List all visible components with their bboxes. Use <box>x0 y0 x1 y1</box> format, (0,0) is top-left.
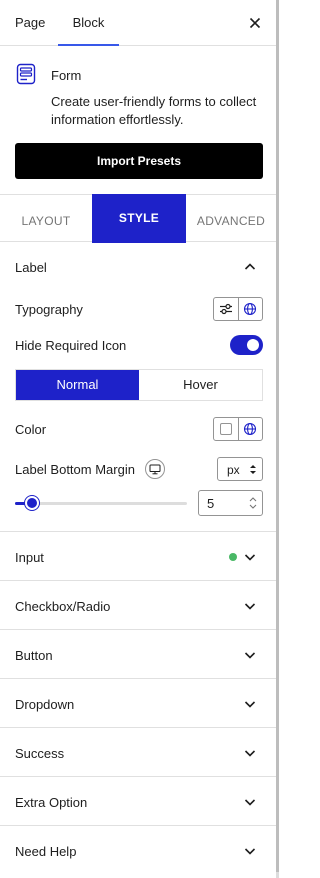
block-title: Form <box>51 68 82 83</box>
section-title: Dropdown <box>15 697 75 712</box>
margin-value: 5 <box>207 496 215 511</box>
section-title: Checkbox/Radio <box>15 599 111 614</box>
state-switcher: Normal Hover <box>15 369 263 401</box>
globe-icon <box>244 422 257 436</box>
section-title: Need Help <box>15 844 77 859</box>
margin-number-input[interactable]: 5 <box>198 490 263 516</box>
typography-controls <box>213 297 263 321</box>
state-normal-button[interactable]: Normal <box>16 370 139 400</box>
success-section-header[interactable]: Success <box>0 728 276 776</box>
section-title: Input <box>15 550 44 565</box>
section-title: Label <box>15 260 47 275</box>
tab-layout[interactable]: LAYOUT <box>0 195 92 242</box>
extra-option-section-header[interactable]: Extra Option <box>0 777 276 825</box>
tab-page[interactable]: Page <box>15 0 45 46</box>
spinner-arrows-icon[interactable] <box>247 494 259 512</box>
block-settings-panel: Page Block Form Create user-friendly for… <box>0 0 276 878</box>
color-picker-button[interactable] <box>214 418 238 440</box>
typography-global-button[interactable] <box>237 298 262 320</box>
color-controls <box>213 417 263 441</box>
chevron-down-icon <box>244 799 256 806</box>
margin-slider-thumb[interactable] <box>25 496 40 510</box>
form-block-icon <box>16 63 36 85</box>
status-dot <box>229 553 237 561</box>
unit-value: px <box>227 463 240 477</box>
desktop-icon <box>149 464 161 474</box>
dropdown-section-header[interactable]: Dropdown <box>0 679 276 727</box>
responsive-device-button[interactable] <box>145 459 165 479</box>
label-bottom-margin-label: Label Bottom Margin <box>15 462 135 477</box>
chevron-down-icon <box>244 603 256 610</box>
unit-select[interactable]: px <box>217 457 263 481</box>
updown-icon <box>250 465 256 474</box>
color-label: Color <box>15 422 47 437</box>
close-icon <box>249 17 261 29</box>
sliders-icon <box>219 303 232 315</box>
sidebar-tabs: Page Block <box>0 0 276 46</box>
chevron-up-icon <box>244 263 256 270</box>
margin-slider-track[interactable] <box>15 502 187 505</box>
typography-label: Typography <box>15 302 83 317</box>
globe-icon <box>244 302 257 316</box>
toggle-knob <box>247 339 259 351</box>
tab-style[interactable]: STYLE <box>92 194 186 243</box>
tab-block[interactable]: Block <box>58 0 119 46</box>
scrollbar-thumb[interactable] <box>276 0 279 872</box>
import-presets-button[interactable]: Import Presets <box>15 143 263 179</box>
color-swatch-icon <box>219 423 232 435</box>
section-title: Button <box>15 648 53 663</box>
state-hover-button[interactable]: Hover <box>139 370 262 400</box>
button-section-header[interactable]: Button <box>0 630 276 678</box>
tab-advanced[interactable]: ADVANCED <box>186 195 276 242</box>
hide-required-icon-label: Hide Required Icon <box>15 338 127 353</box>
typography-settings-button[interactable] <box>214 298 238 320</box>
close-button[interactable] <box>246 14 264 32</box>
chevron-down-icon <box>244 554 256 561</box>
color-global-button[interactable] <box>237 418 262 440</box>
block-description: Create user-friendly forms to collect in… <box>51 94 257 127</box>
section-title: Success <box>15 746 65 761</box>
inspector-tabs: LAYOUT STYLE ADVANCED <box>0 194 276 243</box>
chevron-down-icon <box>244 848 256 855</box>
checkbox-radio-section-header[interactable]: Checkbox/Radio <box>0 581 276 629</box>
chevron-down-icon <box>244 652 256 659</box>
hide-required-icon-toggle[interactable] <box>230 335 263 355</box>
label-section-header[interactable]: Label <box>0 243 276 291</box>
chevron-down-icon <box>244 750 256 757</box>
section-title: Extra Option <box>15 795 88 810</box>
need-help-section-header[interactable]: Need Help <box>0 826 276 874</box>
chevron-down-icon <box>244 701 256 708</box>
